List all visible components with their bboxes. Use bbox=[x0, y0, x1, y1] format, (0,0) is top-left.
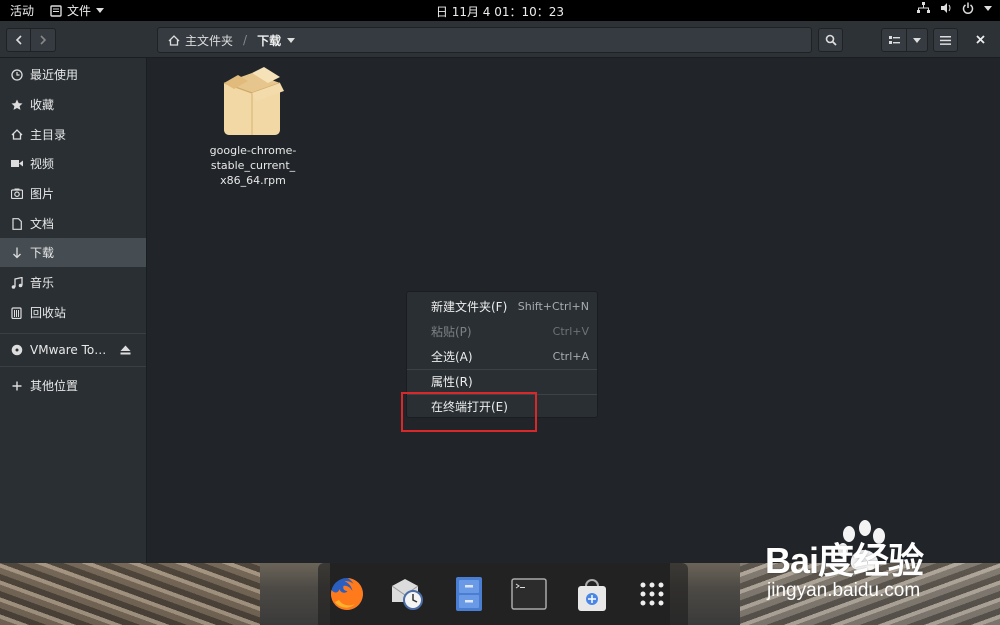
sidebar-item-label: 视频 bbox=[30, 157, 55, 171]
sidebar-item-label: 主目录 bbox=[30, 128, 67, 142]
sidebar-item-downloads[interactable]: 下载 bbox=[0, 238, 146, 267]
star-icon bbox=[10, 98, 23, 111]
home-icon bbox=[168, 34, 180, 46]
menu-item-shortcut: Shift+Ctrl+N bbox=[517, 300, 589, 313]
power-icon bbox=[962, 2, 974, 14]
menu-item-properties[interactable]: 属性(R) bbox=[407, 369, 597, 394]
close-icon bbox=[975, 35, 985, 44]
list-view-icon bbox=[888, 35, 900, 44]
clock-icon bbox=[10, 68, 23, 81]
top-bar: 活动 文件 日 11月 4 01：10：23 bbox=[0, 0, 1000, 21]
sidebar-item-label: 最近使用 bbox=[30, 68, 79, 82]
path-separator: / bbox=[243, 33, 248, 47]
sidebar-item-music[interactable]: 音乐 bbox=[0, 268, 146, 297]
trash-icon bbox=[10, 306, 23, 319]
chevron-down-icon bbox=[984, 5, 992, 11]
menu-item-label: 全选(A) bbox=[431, 350, 473, 364]
sidebar-item-label: 收藏 bbox=[30, 98, 55, 112]
search-icon bbox=[825, 34, 837, 46]
sidebar-item-recent[interactable]: 最近使用 bbox=[0, 60, 146, 89]
hamburger-icon bbox=[940, 35, 951, 45]
menu-item-shortcut: Ctrl+V bbox=[552, 325, 589, 338]
network-icon bbox=[917, 2, 930, 13]
mail-clock-icon[interactable] bbox=[388, 575, 426, 613]
path-home-button[interactable]: 主文件夹 bbox=[158, 32, 233, 49]
menu-item-shortcut: Ctrl+A bbox=[552, 350, 589, 363]
file-name-line: stable_current_ bbox=[210, 159, 296, 172]
activities-button[interactable]: 活动 bbox=[10, 2, 34, 19]
watermark-logo-text: Bai度经验 bbox=[765, 540, 924, 581]
watermark-url: jingyan.baidu.com bbox=[767, 580, 921, 601]
sidebar: 最近使用 收藏 主目录 视频 图片 文档 下载 音乐 回收站 VMware To… bbox=[0, 58, 147, 563]
close-button[interactable] bbox=[970, 31, 990, 51]
sidebar-item-home[interactable]: 主目录 bbox=[0, 120, 146, 149]
menu-item-new-folder[interactable]: 新建文件夹(F) Shift+Ctrl+N bbox=[407, 294, 597, 319]
camera-icon bbox=[10, 187, 23, 200]
sidebar-item-trash[interactable]: 回收站 bbox=[0, 298, 146, 327]
forward-button[interactable] bbox=[30, 28, 56, 52]
sidebar-item-other-locations[interactable]: 其他位置 bbox=[0, 371, 146, 400]
chevron-down-icon bbox=[96, 8, 105, 13]
chevron-left-icon bbox=[15, 35, 22, 45]
sidebar-item-label: 下载 bbox=[30, 246, 55, 260]
search-button[interactable] bbox=[818, 28, 843, 52]
sidebar-item-starred[interactable]: 收藏 bbox=[0, 90, 146, 119]
path-current-button[interactable]: 下载 bbox=[257, 32, 296, 49]
baidu-jingyan-watermark: Bai度经验 jingyan.baidu.com bbox=[765, 520, 965, 605]
chevron-down-icon bbox=[913, 37, 921, 43]
sidebar-divider bbox=[0, 333, 146, 334]
path-home-label: 主文件夹 bbox=[185, 33, 234, 48]
software-store-icon[interactable] bbox=[573, 575, 611, 613]
chevron-right-icon bbox=[40, 35, 47, 45]
file-cabinet-icon[interactable] bbox=[450, 575, 488, 613]
document-icon bbox=[10, 217, 23, 230]
path-current-label: 下载 bbox=[257, 33, 282, 48]
sidebar-item-label: 音乐 bbox=[30, 276, 55, 290]
app-menu[interactable]: 文件 bbox=[50, 2, 105, 19]
sidebar-item-label: 文档 bbox=[30, 217, 55, 231]
plus-icon bbox=[10, 379, 23, 392]
clock[interactable]: 日 11月 4 01：10：23 bbox=[436, 5, 564, 19]
music-icon bbox=[10, 276, 23, 289]
view-options-button[interactable] bbox=[906, 28, 928, 52]
terminal-icon[interactable] bbox=[510, 575, 548, 613]
home-icon bbox=[10, 128, 23, 141]
sidebar-item-label: 回收站 bbox=[30, 306, 67, 320]
file-name[interactable]: google-chrome- stable_current_ x86_64.rp… bbox=[198, 143, 308, 188]
sidebar-item-documents[interactable]: 文档 bbox=[0, 209, 146, 238]
annotation-highlight-box bbox=[401, 392, 537, 432]
sidebar-item-label: 其他位置 bbox=[30, 379, 79, 393]
path-bar: 主文件夹 / 下载 bbox=[157, 27, 812, 53]
sidebar-item-videos[interactable]: 视频 bbox=[0, 149, 146, 178]
sidebar-item-pictures[interactable]: 图片 bbox=[0, 179, 146, 208]
firefox-icon[interactable] bbox=[328, 575, 366, 613]
sidebar-item-label: VMware To… bbox=[30, 342, 107, 357]
header-bar: 主文件夹 / 下载 bbox=[0, 21, 1000, 58]
download-icon bbox=[10, 246, 23, 259]
app-menu-label: 文件 bbox=[67, 4, 92, 18]
video-icon bbox=[10, 157, 23, 170]
menu-item-paste[interactable]: 粘贴(P) Ctrl+V bbox=[407, 319, 597, 344]
sidebar-item-vmware-tools[interactable]: VMware To… bbox=[0, 335, 146, 364]
app-grid-icon[interactable] bbox=[633, 575, 671, 613]
dock bbox=[318, 563, 688, 625]
menu-item-label: 新建文件夹(F) bbox=[431, 300, 508, 314]
back-button[interactable] bbox=[6, 28, 31, 52]
file-name-line: x86_64.rpm bbox=[220, 174, 286, 187]
view-mode-button[interactable] bbox=[881, 28, 907, 52]
system-tray[interactable] bbox=[917, 2, 992, 14]
disc-icon bbox=[10, 343, 23, 356]
eject-icon[interactable] bbox=[120, 344, 131, 358]
volume-icon bbox=[941, 3, 951, 13]
hamburger-menu-button[interactable] bbox=[933, 28, 958, 52]
sidebar-item-label: 图片 bbox=[30, 187, 55, 201]
menu-item-select-all[interactable]: 全选(A) Ctrl+A bbox=[407, 344, 597, 369]
package-icon[interactable] bbox=[220, 67, 284, 139]
chevron-down-icon bbox=[287, 37, 296, 43]
sidebar-divider bbox=[0, 366, 146, 367]
file-name-line: google-chrome- bbox=[209, 144, 297, 157]
menu-item-label: 属性(R) bbox=[431, 375, 473, 389]
file-manager-icon bbox=[50, 4, 62, 17]
menu-item-label: 粘贴(P) bbox=[431, 325, 472, 339]
